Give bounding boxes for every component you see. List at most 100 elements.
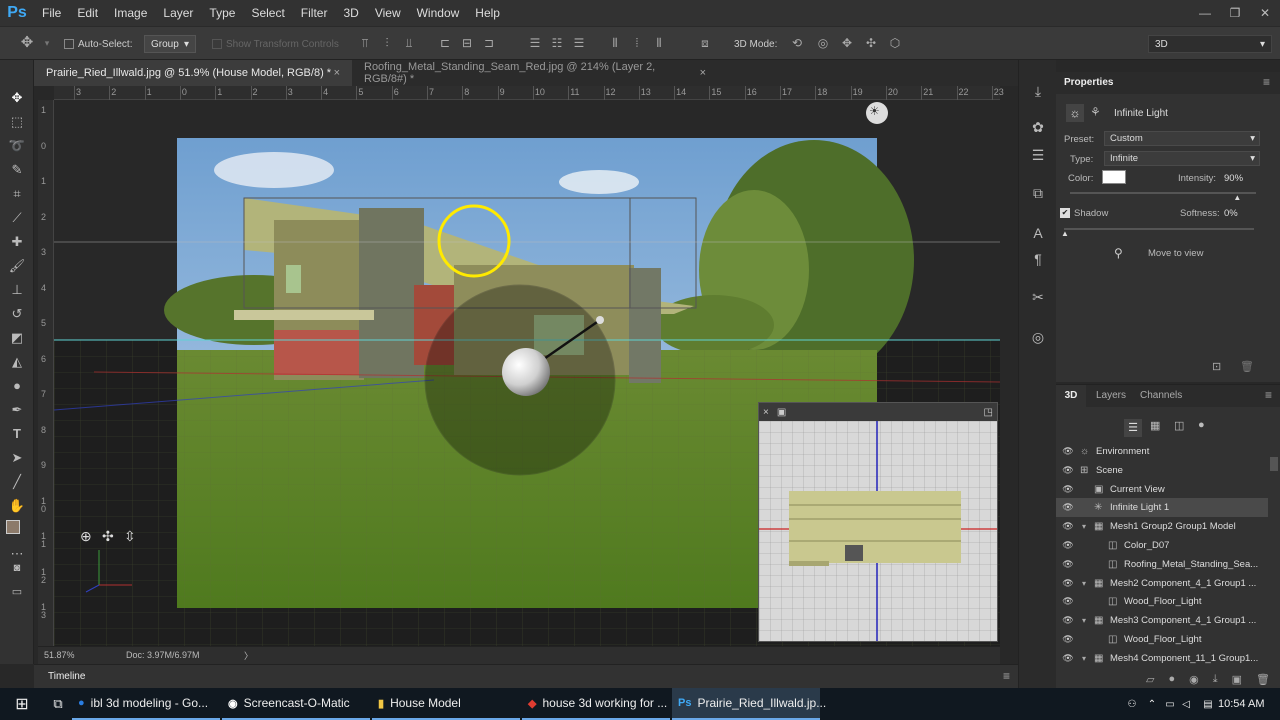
notifications-icon[interactable]: ▤ bbox=[1200, 688, 1216, 720]
shadow-checkbox[interactable]: ✔ bbox=[1060, 208, 1070, 218]
menu-file[interactable]: File bbox=[34, 0, 69, 26]
trash-icon[interactable]: 🗑 bbox=[1256, 673, 1270, 686]
scene-tree-row[interactable]: 👁 ▾ ▦ Mesh2 Component_4_1 Group1 ... bbox=[1056, 574, 1268, 593]
align-vcenter-icon[interactable]: ⫶ bbox=[380, 36, 394, 50]
orbit-3d-icon[interactable]: ⟲ bbox=[790, 36, 804, 50]
meshes-filter-icon[interactable]: ▦ bbox=[1150, 419, 1160, 432]
trash-icon[interactable]: 🗑 bbox=[1240, 360, 1254, 373]
close-icon[interactable]: × bbox=[763, 407, 769, 418]
visibility-eye-icon[interactable]: 👁 bbox=[1062, 578, 1074, 589]
tools-icon[interactable]: ✂ bbox=[1029, 288, 1047, 306]
visibility-eye-icon[interactable]: 👁 bbox=[1062, 615, 1074, 626]
align-bottom-icon[interactable]: ⫫ bbox=[402, 36, 416, 50]
paragraph-icon[interactable]: ¶ bbox=[1029, 250, 1047, 268]
task-view-icon[interactable]: ⧉ bbox=[44, 688, 72, 720]
chevron-down-icon[interactable]: ▾ bbox=[1082, 522, 1086, 531]
chevron-down-icon[interactable]: ▾ bbox=[1082, 616, 1086, 625]
new-icon[interactable]: ▣ bbox=[1232, 673, 1242, 686]
menu-icon[interactable]: ≡ bbox=[1263, 75, 1270, 89]
lasso-tool-icon[interactable]: ➰ bbox=[7, 136, 27, 156]
hand-tool-icon[interactable]: ✋ bbox=[7, 496, 27, 516]
mesh-icon[interactable]: ▱ bbox=[1146, 673, 1154, 686]
visibility-eye-icon[interactable]: 👁 bbox=[1062, 653, 1074, 664]
timeline-tab[interactable]: Timeline bbox=[48, 671, 85, 682]
uv-preview-window[interactable]: × ▣ ◳ bbox=[758, 402, 998, 642]
auto-align-icon[interactable]: ⧈ bbox=[698, 36, 712, 50]
properties-icon[interactable]: ☰ bbox=[1029, 146, 1047, 164]
tab-3d[interactable]: 3D bbox=[1056, 385, 1086, 407]
menu-icon[interactable]: ≡ bbox=[1003, 669, 1010, 683]
align-left-icon[interactable]: ⊏ bbox=[438, 36, 452, 50]
orbit-camera-icon[interactable]: ⊕ bbox=[80, 528, 92, 545]
swatches-icon[interactable]: ⧉ bbox=[1029, 184, 1047, 202]
tab-channels[interactable]: Channels bbox=[1140, 390, 1182, 401]
distribute-hcenter-icon[interactable]: ⦙ bbox=[630, 36, 644, 50]
dodge-tool-icon[interactable]: ● bbox=[7, 376, 27, 396]
menu-layer[interactable]: Layer bbox=[155, 0, 201, 26]
scene-tree-row[interactable]: 👁 ◫ Wood_Floor_Light bbox=[1056, 592, 1268, 611]
menu-edit[interactable]: Edit bbox=[69, 0, 106, 26]
adjustments-icon[interactable]: ✿ bbox=[1029, 118, 1047, 136]
visibility-eye-icon[interactable]: 👁 bbox=[1062, 446, 1074, 457]
scene-tree-row[interactable]: 👁 ▾ ▦ Mesh1 Group2 Group1 Model bbox=[1056, 517, 1268, 536]
scene-tree-row[interactable]: 👁 ◫ Wood_Floor_Light bbox=[1056, 630, 1268, 649]
line-tool-icon[interactable]: ╱ bbox=[7, 472, 27, 492]
distribute-top-icon[interactable]: ☰ bbox=[528, 36, 542, 50]
menu-view[interactable]: View bbox=[367, 0, 409, 26]
people-icon[interactable]: ⚇ bbox=[1122, 688, 1142, 720]
drag-3d-icon[interactable]: ✥ bbox=[840, 36, 854, 50]
chevron-down-icon[interactable]: ▾ bbox=[1082, 579, 1086, 588]
add-light-icon[interactable]: ● bbox=[1168, 673, 1175, 685]
scrollbar-thumb[interactable] bbox=[1270, 457, 1278, 471]
sun-light-icon[interactable]: ☀ bbox=[869, 104, 880, 118]
volume-icon[interactable]: ◁ bbox=[1178, 688, 1194, 720]
lights-filter-icon[interactable]: ● bbox=[1198, 419, 1205, 431]
character-icon[interactable]: A bbox=[1029, 224, 1047, 242]
move-tool-icon[interactable]: ✥ bbox=[7, 88, 27, 108]
softness-slider-thumb[interactable]: ▲ bbox=[1061, 229, 1069, 238]
move-to-view-link[interactable]: Move to view bbox=[1148, 248, 1203, 259]
menu-type[interactable]: Type bbox=[201, 0, 243, 26]
menu-icon[interactable]: ≡ bbox=[1265, 388, 1272, 402]
visibility-eye-icon[interactable]: 👁 bbox=[1062, 521, 1074, 532]
healing-brush-icon[interactable]: ✚ bbox=[7, 232, 27, 252]
minimize-button[interactable]: — bbox=[1190, 0, 1220, 26]
intensity-slider-track[interactable] bbox=[1070, 192, 1256, 194]
scene-tree-row[interactable]: 👁 ⊞ Scene bbox=[1056, 461, 1268, 480]
stamp-tool-icon[interactable]: ⊥ bbox=[7, 280, 27, 300]
taskbar-item[interactable]: ◆ house 3d working for ... bbox=[522, 688, 670, 720]
eraser-tool-icon[interactable]: ◩ bbox=[7, 328, 27, 348]
scale-3d-icon[interactable]: ⬡ bbox=[888, 36, 902, 50]
history-brush-icon[interactable]: ↺ bbox=[7, 304, 27, 324]
brush-tool-icon[interactable]: 🖌 bbox=[7, 256, 27, 276]
path-select-icon[interactable]: ➤ bbox=[7, 448, 27, 468]
intensity-value[interactable]: 90% bbox=[1224, 173, 1243, 184]
type-dropdown[interactable]: Infinite ▾ bbox=[1104, 151, 1260, 166]
menu-select[interactable]: Select bbox=[243, 0, 292, 26]
distribute-left-icon[interactable]: ⦀ bbox=[608, 36, 622, 50]
move-down-icon[interactable]: ⤓ bbox=[1213, 673, 1218, 686]
light-sphere-widget[interactable] bbox=[502, 348, 550, 396]
history-icon[interactable]: ⤓ bbox=[1029, 82, 1047, 100]
scene-tree-row[interactable]: 👁 ▾ ▦ Mesh4 Component_11_1 Group1... bbox=[1056, 649, 1268, 665]
softness-slider-track[interactable] bbox=[1064, 228, 1254, 230]
preset-dropdown[interactable]: Custom ▾ bbox=[1104, 131, 1260, 146]
visibility-eye-icon[interactable]: 👁 bbox=[1062, 559, 1074, 570]
network-icon[interactable]: ▭ bbox=[1162, 688, 1178, 720]
taskbar-item[interactable]: ◉ Screencast-O-Matic bbox=[222, 688, 370, 720]
zoom-level[interactable]: 51.87% bbox=[44, 650, 75, 660]
visibility-eye-icon[interactable]: 👁 bbox=[1062, 540, 1074, 551]
taskbar-item[interactable]: ● ibl 3d modeling - Go... bbox=[72, 688, 220, 720]
align-top-icon[interactable]: ⫪ bbox=[358, 36, 372, 50]
chevron-down-icon[interactable]: ▾ bbox=[40, 36, 54, 50]
crop-tool-icon[interactable]: ⌗ bbox=[7, 184, 27, 204]
chevron-up-icon[interactable]: ⌃ bbox=[1144, 688, 1160, 720]
auto-select-checkbox[interactable] bbox=[64, 39, 74, 49]
scene-tree-row[interactable]: 👁 ◫ Roofing_Metal_Standing_Sea... bbox=[1056, 555, 1268, 574]
taskbar-item[interactable]: Ps Prairie_Ried_Illwald.jp... bbox=[672, 688, 826, 720]
visibility-eye-icon[interactable]: 👁 bbox=[1062, 484, 1074, 495]
canvas-area[interactable]: ⊕ ✣ ⇳ ☀ × ▣ ◳ bbox=[54, 100, 1000, 646]
visibility-eye-icon[interactable]: 👁 bbox=[1062, 502, 1074, 513]
align-hcenter-icon[interactable]: ⊟ bbox=[460, 36, 474, 50]
visibility-eye-icon[interactable]: 👁 bbox=[1062, 465, 1074, 476]
